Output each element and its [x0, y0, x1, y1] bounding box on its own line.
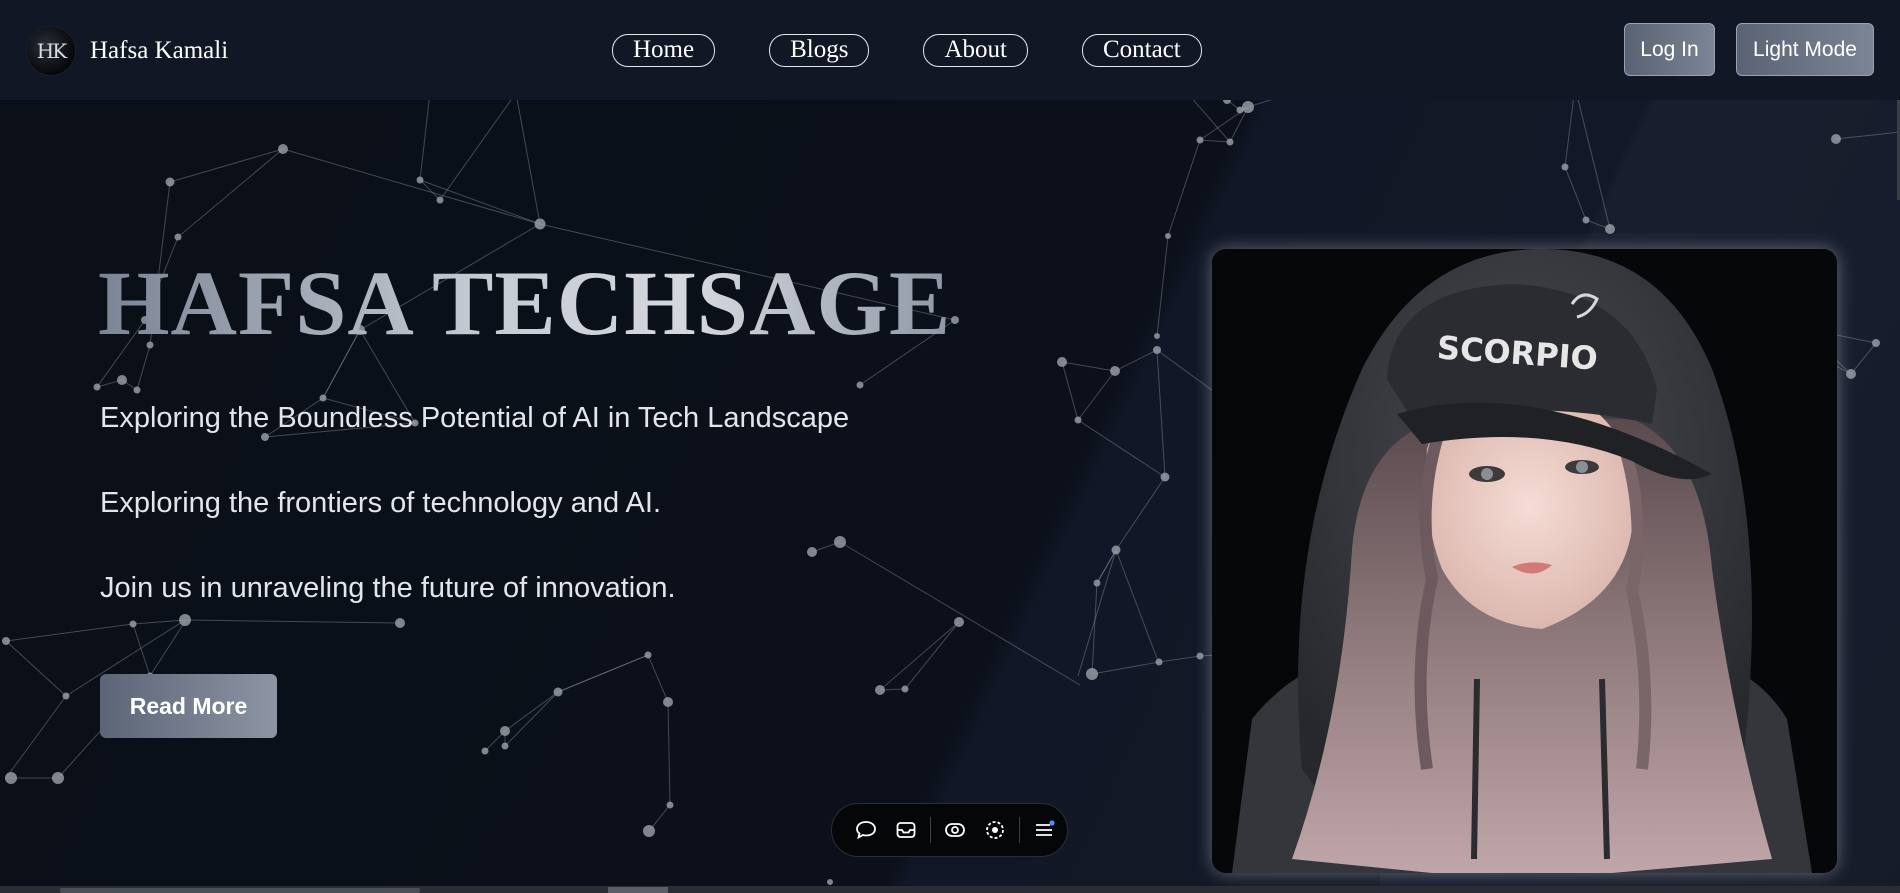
hero-tagline: Exploring the Boundless Potential of AI …	[100, 402, 850, 434]
nav-blogs[interactable]: Blogs	[769, 34, 870, 67]
inbox-icon	[896, 822, 916, 838]
top-navbar: HK Hafsa Kamali Home Blogs About Contact…	[0, 0, 1900, 100]
read-more-button[interactable]: Read More	[100, 674, 277, 738]
hero-subtitle: Exploring the frontiers of technology an…	[100, 487, 662, 519]
nav-home[interactable]: Home	[612, 34, 716, 67]
scrollbar-thumb[interactable]	[60, 888, 420, 893]
menu-icon	[1036, 820, 1055, 836]
nav-contact[interactable]: Contact	[1081, 34, 1202, 67]
inbox-button[interactable]	[886, 810, 926, 850]
hero-invite: Join us in unraveling the future of inno…	[100, 572, 676, 604]
comment-icon	[856, 821, 876, 840]
hero-title: HAFSA TECHSAGE	[98, 252, 952, 354]
eye-icon	[945, 823, 965, 837]
menu-button[interactable]	[1024, 810, 1064, 850]
toolbar-divider	[930, 817, 931, 843]
floating-toolbar	[831, 803, 1068, 857]
target-icon	[986, 821, 1004, 839]
light-mode-button[interactable]: Light Mode	[1736, 23, 1874, 76]
toolbar-divider	[1019, 817, 1020, 843]
preview-button[interactable]	[935, 810, 975, 850]
focus-button[interactable]	[975, 810, 1015, 850]
portrait-illustration: SCORPIO	[1212, 249, 1837, 873]
comment-button[interactable]	[846, 810, 886, 850]
scrollbar-thumb-secondary[interactable]	[608, 887, 668, 893]
brand-logo[interactable]: HK	[26, 26, 76, 76]
nav-about[interactable]: About	[923, 34, 1028, 67]
hero-portrait-image: SCORPIO	[1212, 249, 1837, 873]
main-nav: Home Blogs About Contact	[612, 34, 1202, 67]
brand-name[interactable]: Hafsa Kamali	[90, 37, 228, 65]
login-button[interactable]: Log In	[1624, 23, 1715, 76]
horizontal-scrollbar[interactable]	[0, 886, 1900, 893]
brand[interactable]: HK Hafsa Kamali	[26, 26, 228, 76]
